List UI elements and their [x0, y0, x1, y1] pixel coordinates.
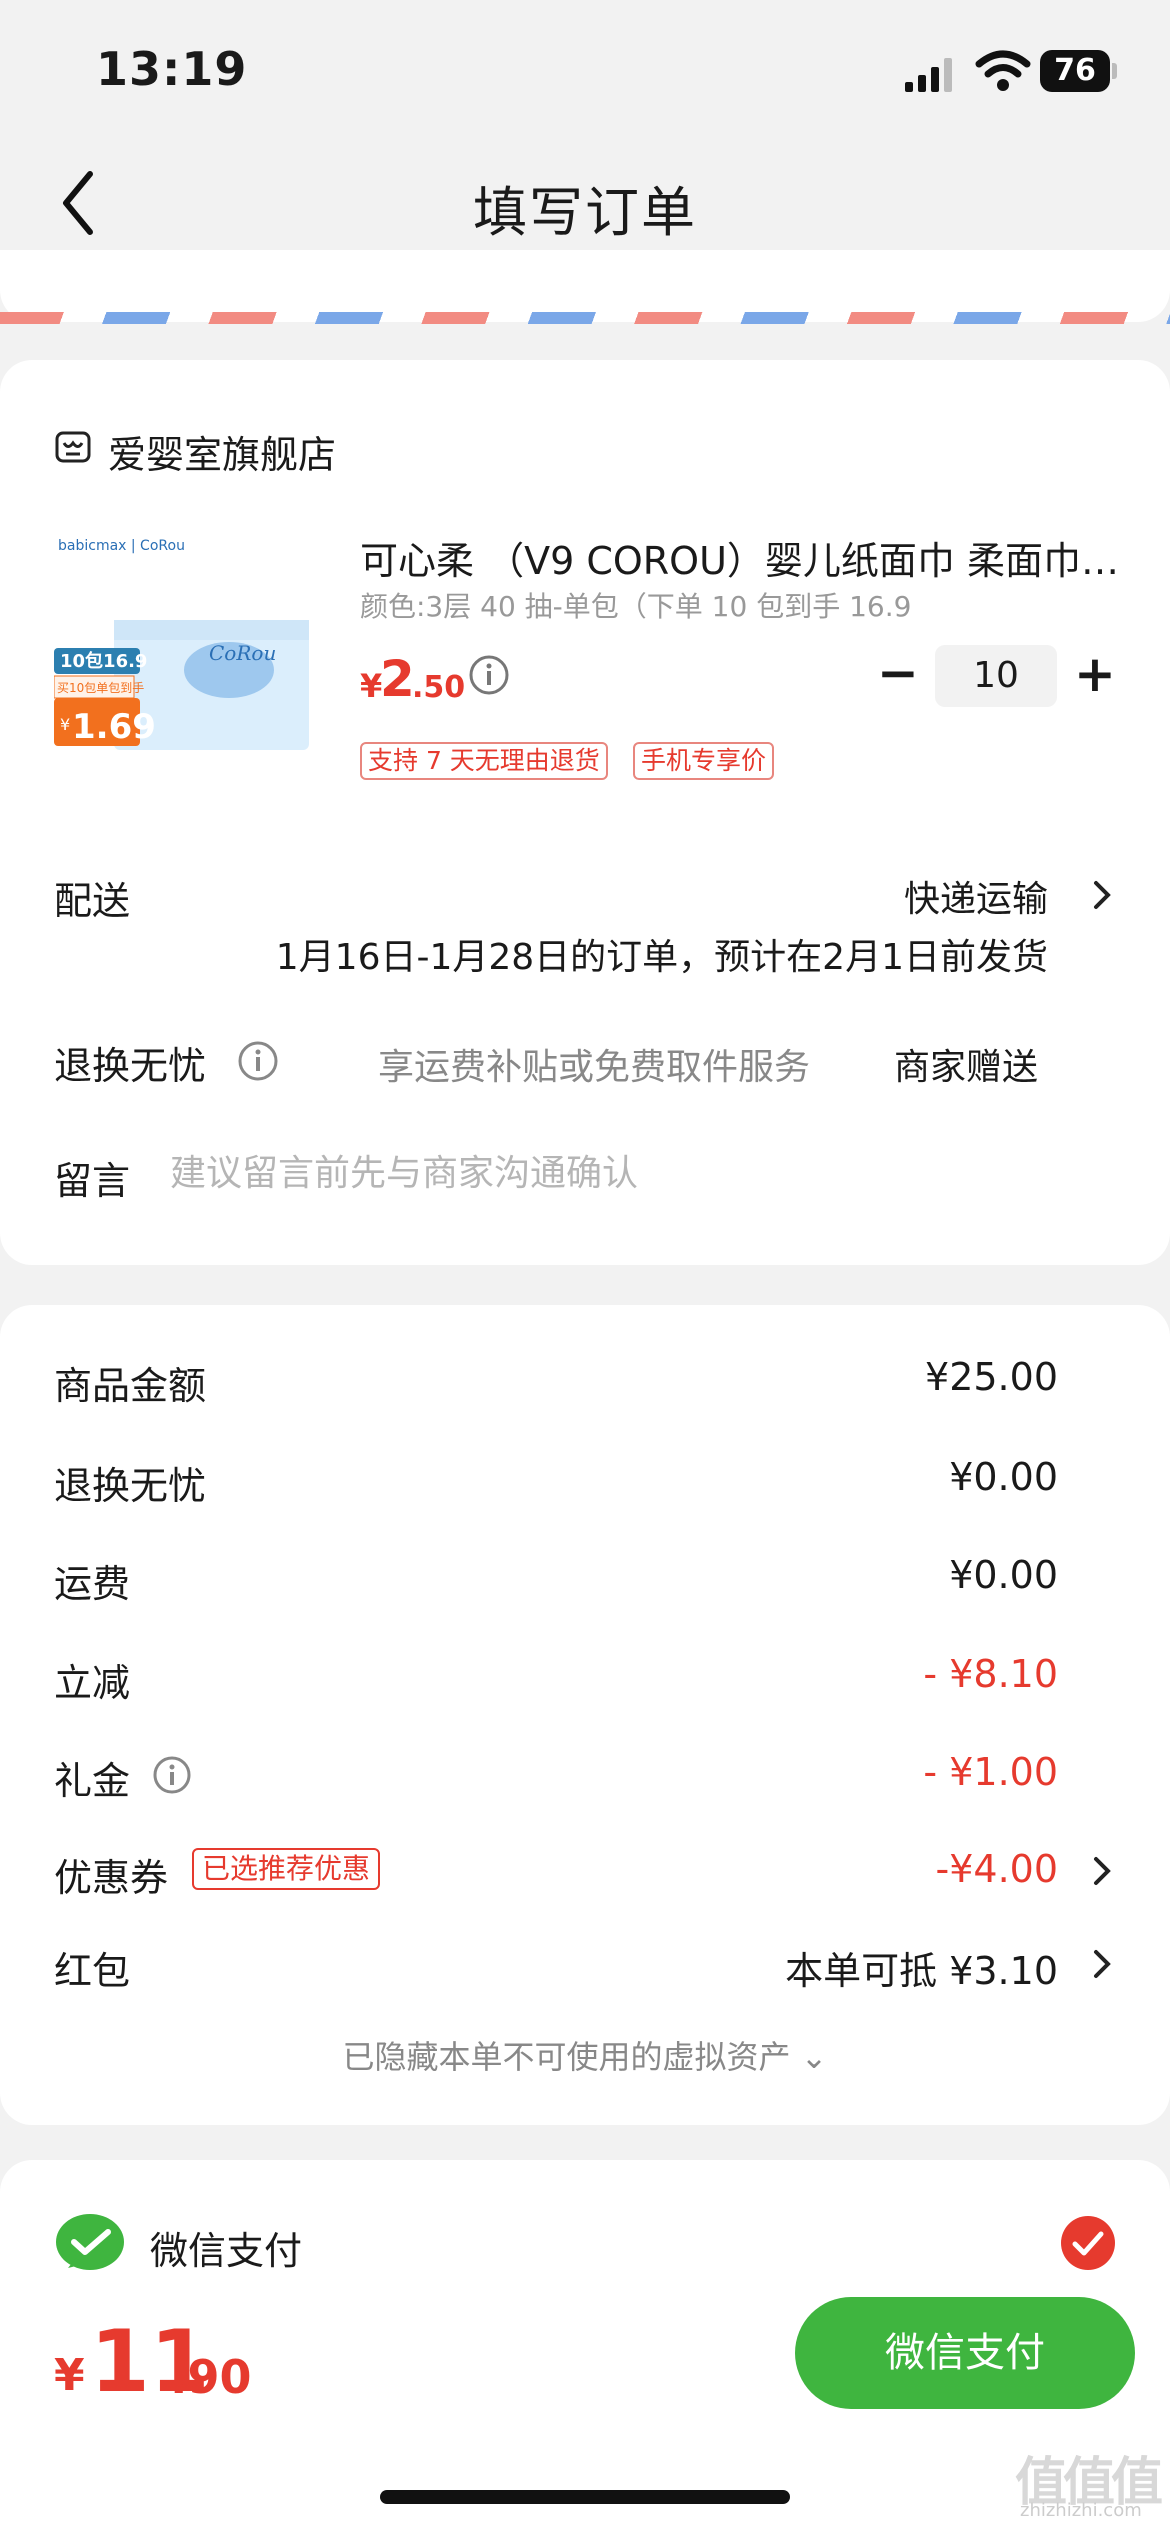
shipping-value: ¥0.00: [949, 1553, 1058, 1597]
return-fee-value: ¥0.00: [949, 1455, 1058, 1499]
product-image[interactable]: babicmax | CoRou CoRou 10包16.9 买10包单包到手 …: [54, 530, 316, 780]
hidden-assets-toggle[interactable]: 已隐藏本单不可使用的虚拟资产 ⌄: [0, 2032, 1170, 2078]
order-card: [0, 360, 1170, 1265]
store-icon: [55, 431, 91, 463]
checkmark-icon[interactable]: [1060, 2215, 1116, 2271]
airmail-stripe: [0, 312, 1170, 324]
wechat-pay-icon: [56, 2214, 124, 2270]
svg-text:CoRou: CoRou: [209, 641, 276, 665]
chevron-right-icon[interactable]: [1090, 877, 1114, 913]
price-symbol: ¥: [360, 667, 383, 705]
battery-icon: 76: [1040, 50, 1110, 92]
summary-card: [0, 1305, 1170, 2125]
red-packet-row[interactable]: 红包 本单可抵 ¥3.10: [54, 1940, 1058, 2000]
quantity-decrease-button[interactable]: −: [873, 648, 923, 699]
badge-price: 1.69: [72, 707, 156, 747]
return-description: 享运费补贴或免费取件服务: [378, 1047, 811, 1088]
mobile-price-tag: 手机专享价: [633, 742, 775, 780]
return-policy-tag: 支持 7 天无理由退货: [360, 742, 608, 780]
quantity-increase-button[interactable]: +: [1070, 649, 1120, 700]
badge-top: 10包16.9: [60, 650, 147, 672]
store-name[interactable]: 爱婴室旗舰店: [108, 424, 336, 479]
coupon-recommended-badge: 已选推荐优惠: [192, 1848, 381, 1890]
page-title: 填写订单: [473, 181, 697, 244]
signal-icon: [905, 58, 952, 92]
coupon-label: 优惠券: [54, 1856, 169, 1900]
return-fee-label: 退换无忧: [54, 1464, 207, 1508]
red-packet-value[interactable]: 本单可抵 ¥3.10: [785, 1940, 1058, 1995]
price-integer: 2: [380, 650, 415, 708]
return-fee-row: 退换无忧 ¥0.00: [54, 1455, 1058, 1515]
shipping-label: 运费: [54, 1562, 131, 1606]
instant-discount-row: 立减 - ¥8.10: [54, 1652, 1058, 1712]
goods-amount-row: 商品金额 ¥25.00: [54, 1355, 1058, 1415]
badge-mid: 买10包单包到手: [57, 681, 144, 695]
svg-text:babicmax | CoRou: babicmax | CoRou: [58, 538, 185, 554]
chevron-right-icon[interactable]: [1090, 1946, 1114, 1982]
battery-nub: [1112, 63, 1117, 79]
coupon-value[interactable]: -¥4.00: [936, 1847, 1059, 1891]
red-packet-label: 红包: [54, 1949, 131, 1993]
gift-money-value: - ¥1.00: [923, 1750, 1058, 1794]
info-icon[interactable]: [152, 1755, 192, 1795]
total-decimal: .90: [170, 2350, 252, 2404]
info-icon[interactable]: [237, 1040, 279, 1082]
gift-money-row: 礼金 - ¥1.00: [54, 1750, 1058, 1810]
pay-button[interactable]: 微信支付: [795, 2297, 1135, 2409]
wifi-icon: [975, 50, 1031, 91]
return-value: 商家赠送: [893, 1047, 1038, 1088]
badge-sym: ¥: [60, 715, 70, 734]
quantity-input[interactable]: [935, 645, 1057, 707]
delivery-estimate: 1月16日-1月28日的订单，预计在2月1日前发货: [275, 937, 1048, 978]
total-symbol: ¥: [54, 2350, 85, 2401]
price-decimal: .50: [412, 670, 466, 705]
watermark-url: zhizhizhi.com: [1020, 2500, 1142, 2521]
home-indicator: [380, 2490, 790, 2504]
product-spec[interactable]: 颜色:3层 40 抽-单包（下单 10 包到手 16.9: [360, 585, 911, 625]
payment-method-label[interactable]: 微信支付: [150, 2220, 302, 2275]
info-icon[interactable]: [468, 654, 510, 696]
instant-discount-label: 立减: [54, 1661, 131, 1705]
delivery-value[interactable]: 快递运输: [904, 870, 1048, 922]
product-title[interactable]: 可心柔 （V9 COROU）婴儿纸面巾 柔面巾 3层40抽-单包: [360, 530, 1120, 585]
status-time: 13:19: [96, 42, 248, 96]
note-label: 留言: [54, 1159, 131, 1203]
gift-money-label: 礼金: [54, 1759, 131, 1803]
goods-amount-value: ¥25.00: [925, 1355, 1058, 1399]
instant-discount-value: - ¥8.10: [923, 1652, 1058, 1696]
delivery-label: 配送: [54, 879, 131, 923]
shipping-row: 运费 ¥0.00: [54, 1553, 1058, 1613]
goods-amount-label: 商品金额: [54, 1364, 207, 1408]
note-input[interactable]: [170, 1145, 1070, 1201]
chevron-right-icon[interactable]: [1090, 1853, 1114, 1889]
return-label: 退换无忧: [54, 1044, 207, 1088]
